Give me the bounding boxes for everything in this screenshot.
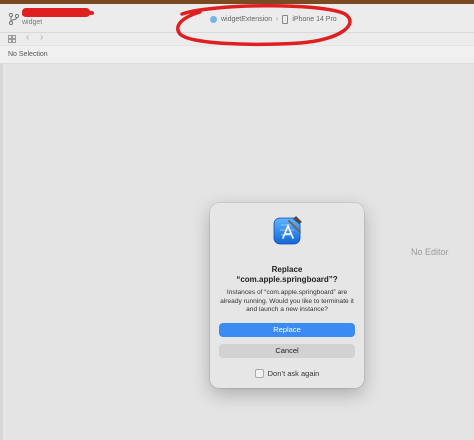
dialog-title: Replace “com.apple.springboard”? [210,265,364,285]
scheme-selector[interactable]: widgetExtension › iPhone 14 Pro [210,15,337,24]
source-control-branch-icon[interactable] [8,12,20,26]
cancel-button[interactable]: Cancel [219,344,355,358]
dont-ask-again-option[interactable]: Don’t ask again [210,369,364,378]
back-chevron-icon[interactable]: ‹ [26,32,29,43]
extension-target-icon [210,16,217,23]
no-editor-placeholder: No Editor [411,247,449,257]
scheme-target-label: widgetExtension [221,16,272,23]
dont-ask-again-checkbox[interactable] [254,369,264,378]
scheme-device-label: iPhone 14 Pro [292,16,337,23]
dialog-title-line-2: “com.apple.springboard”? [236,275,338,284]
iphone-device-icon [282,15,289,24]
dialog-title-line-1: Replace [271,265,303,274]
replace-button[interactable]: Replace [219,323,355,337]
related-items-grid-icon[interactable] [8,35,16,43]
project-subtitle: widget [22,19,43,26]
forward-chevron-icon[interactable]: › [40,32,43,43]
jump-bar: ‹ › [0,32,474,45]
no-selection-label: No Selection [8,51,48,58]
toolbar: widget widgetExtension › iPhone 14 Pro [0,4,474,33]
inspector-selection-bar: No Selection [0,46,474,64]
scheme-separator: › [275,16,279,23]
navigator-edge [0,63,3,440]
dialog-message: Instances of “com.apple.springboard” are… [220,289,354,313]
xcode-icon [273,216,302,245]
project-title-redacted [22,8,90,17]
dont-ask-again-label: Don’t ask again [267,369,320,378]
replace-dialog: Replace “com.apple.springboard”? Instanc… [210,203,364,388]
